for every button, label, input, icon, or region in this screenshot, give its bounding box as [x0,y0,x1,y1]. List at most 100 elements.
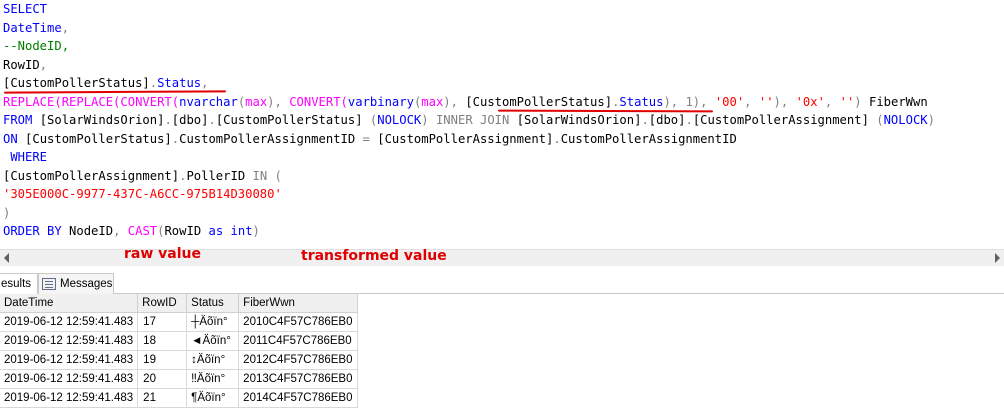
code-token: nvarchar [179,94,238,109]
cell-status[interactable]: ↕Äõïn° [186,350,240,370]
code-token: , [201,76,209,90]
code-token: PollerID [186,168,253,183]
code-line[interactable]: ORDER BY NodeID, CAST(RowID as int) [3,222,935,241]
code-token: ) [927,113,935,127]
code-token: CAST [127,224,158,238]
code-token: '0x' [795,94,825,109]
code-token: . [641,113,649,127]
code-token: [CustomPollerStatus] [215,113,370,127]
code-token: Status [157,76,202,90]
code-token: . [553,131,561,146]
sql-editor[interactable]: SELECT DateTime, --NodeID, RowID, [CustomPol… [0,0,1004,249]
cell-datetime[interactable]: 2019-06-12 12:59:41.483 [0,350,139,370]
code-token: REPLACE(REPLACE(CONVERT( [3,94,180,109]
cell-status[interactable]: ‼Äõïn° [186,369,240,389]
table-row[interactable]: 2019-06-12 12:59:41.483 21 ¶Äõïn° 2014C4… [0,388,358,408]
table-row[interactable]: 2019-06-12 12:59:41.483 17 ┼Äõïn° 2010C4… [0,312,358,332]
code-line[interactable]: SELECT [3,0,935,19]
raw-value-annotation: raw value [124,246,201,262]
code-token: [CustomPollerStatus] [25,131,172,146]
cell-rowid[interactable]: 17 [137,312,188,332]
column-header-rowid[interactable]: RowID [137,294,188,313]
results-grid[interactable]: DateTime RowID Status FiberWwn 2019-06-1… [0,294,358,408]
code-token: [CustomPollerAssignment] [377,131,554,146]
cell-status[interactable]: ┼Äõïn° [186,312,240,332]
tab-results[interactable]: esults [0,273,38,294]
code-token: [SolarWindsOrion] [516,113,642,127]
code-token: INNER JOIN [435,113,517,127]
code-token: --NodeID, [3,39,70,53]
code-token: NOLOCK [883,113,928,127]
column-header-datetime[interactable]: DateTime [0,294,139,313]
code-line[interactable]: WHERE [3,148,935,167]
table-row[interactable]: 2019-06-12 12:59:41.483 19 ↕Äõïn° 2012C4… [0,350,358,370]
code-token: ) [854,94,869,109]
code-token: . [149,76,158,90]
code-token: . [171,131,180,146]
code-token: '00' [714,94,745,109]
code-token: [CustomPollerAssignment] [692,113,877,127]
code-line[interactable]: RowID, [3,56,935,75]
code-token: [CustomPollerAssignment] [3,168,180,183]
code-line[interactable]: ) [3,204,935,223]
code-token: max [421,94,444,109]
code-token: FROM [3,113,40,127]
scroll-right-icon[interactable] [995,253,1000,263]
code-token: , [744,94,759,109]
code-line[interactable]: FROM [SolarWindsOrion].[dbo].[CustomPoll… [3,111,935,130]
code-token: CONVERT( [289,94,348,109]
scroll-left-icon[interactable] [4,253,9,263]
code-token: int [230,224,253,238]
cell-rowid[interactable]: 18 [137,331,188,351]
tab-messages[interactable]: Messages [38,273,114,294]
column-header-status[interactable]: Status [186,294,240,313]
cell-fiberwwn[interactable]: 2014C4F57C786EB0 [238,388,358,408]
cell-datetime[interactable]: 2019-06-12 12:59:41.483 [0,331,139,351]
code-token: ) [421,113,436,127]
cell-rowid[interactable]: 20 [137,369,188,389]
cell-rowid[interactable]: 19 [137,350,188,370]
code-token: , [61,20,70,35]
code-token: ) [252,224,260,238]
code-token: ORDER BY [3,224,70,238]
code-token: , [113,224,128,238]
cell-datetime[interactable]: 2019-06-12 12:59:41.483 [0,369,139,389]
cell-fiberwwn[interactable]: 2013C4F57C786EB0 [238,369,358,389]
code-token: SELECT [3,2,48,16]
code-line[interactable]: [CustomPollerAssignment].PollerID IN ( [3,167,935,186]
cell-fiberwwn[interactable]: 2012C4F57C786EB0 [238,350,358,370]
code-line[interactable]: '305E000C-9977-437C-A6CC-975B14D30080' [3,185,935,204]
code-token: '305E000C-9977-437C-A6CC-975B14D30080' [3,187,282,201]
code-token: ), [443,94,466,109]
code-line[interactable]: [CustomPollerStatus].Status, [3,74,935,93]
code-token: RowID [3,57,40,72]
code-line[interactable]: DateTime, [3,19,935,38]
cell-rowid[interactable]: 21 [137,388,188,408]
code-token: FiberWwn [868,94,928,109]
cell-fiberwwn[interactable]: 2010C4F57C786EB0 [238,312,358,332]
code-token: ), [267,94,290,109]
code-token: ON [3,131,26,146]
cell-status[interactable]: ¶Äõïn° [186,388,240,408]
code-token: ( [274,168,282,183]
cell-fiberwwn[interactable]: 2011C4F57C786EB0 [238,331,358,351]
cell-datetime[interactable]: 2019-06-12 12:59:41.483 [0,312,139,332]
cell-datetime[interactable]: 2019-06-12 12:59:41.483 [0,388,139,408]
table-row[interactable]: 2019-06-12 12:59:41.483 18 ◄Äõïn° 2011C4… [0,331,358,351]
sql-code[interactable]: SELECT DateTime, --NodeID, RowID, [CustomPol… [3,0,935,241]
code-token: WHERE [3,150,48,164]
code-token: '' [758,94,774,109]
code-line[interactable]: REPLACE(REPLACE(CONVERT(nvarchar(max), C… [3,93,935,112]
table-row[interactable]: 2019-06-12 12:59:41.483 20 ‼Äõïn° 2013C4… [0,369,358,389]
cell-status[interactable]: ◄Äõïn° [186,331,240,351]
code-token: NodeID [69,224,114,238]
code-token: = [362,131,378,146]
code-token: varbinary [347,94,414,109]
code-token: ), [773,94,796,109]
column-header-fiberwwn[interactable]: FiberWwn [238,294,358,313]
code-line[interactable]: ON [CustomPollerStatus].CustomPollerAssi… [3,130,935,149]
grid-header-row: DateTime RowID Status FiberWwn [0,294,358,313]
code-token: [dbo] [648,113,686,127]
code-line[interactable]: --NodeID, [3,37,935,56]
code-token: NOLOCK [377,113,422,127]
